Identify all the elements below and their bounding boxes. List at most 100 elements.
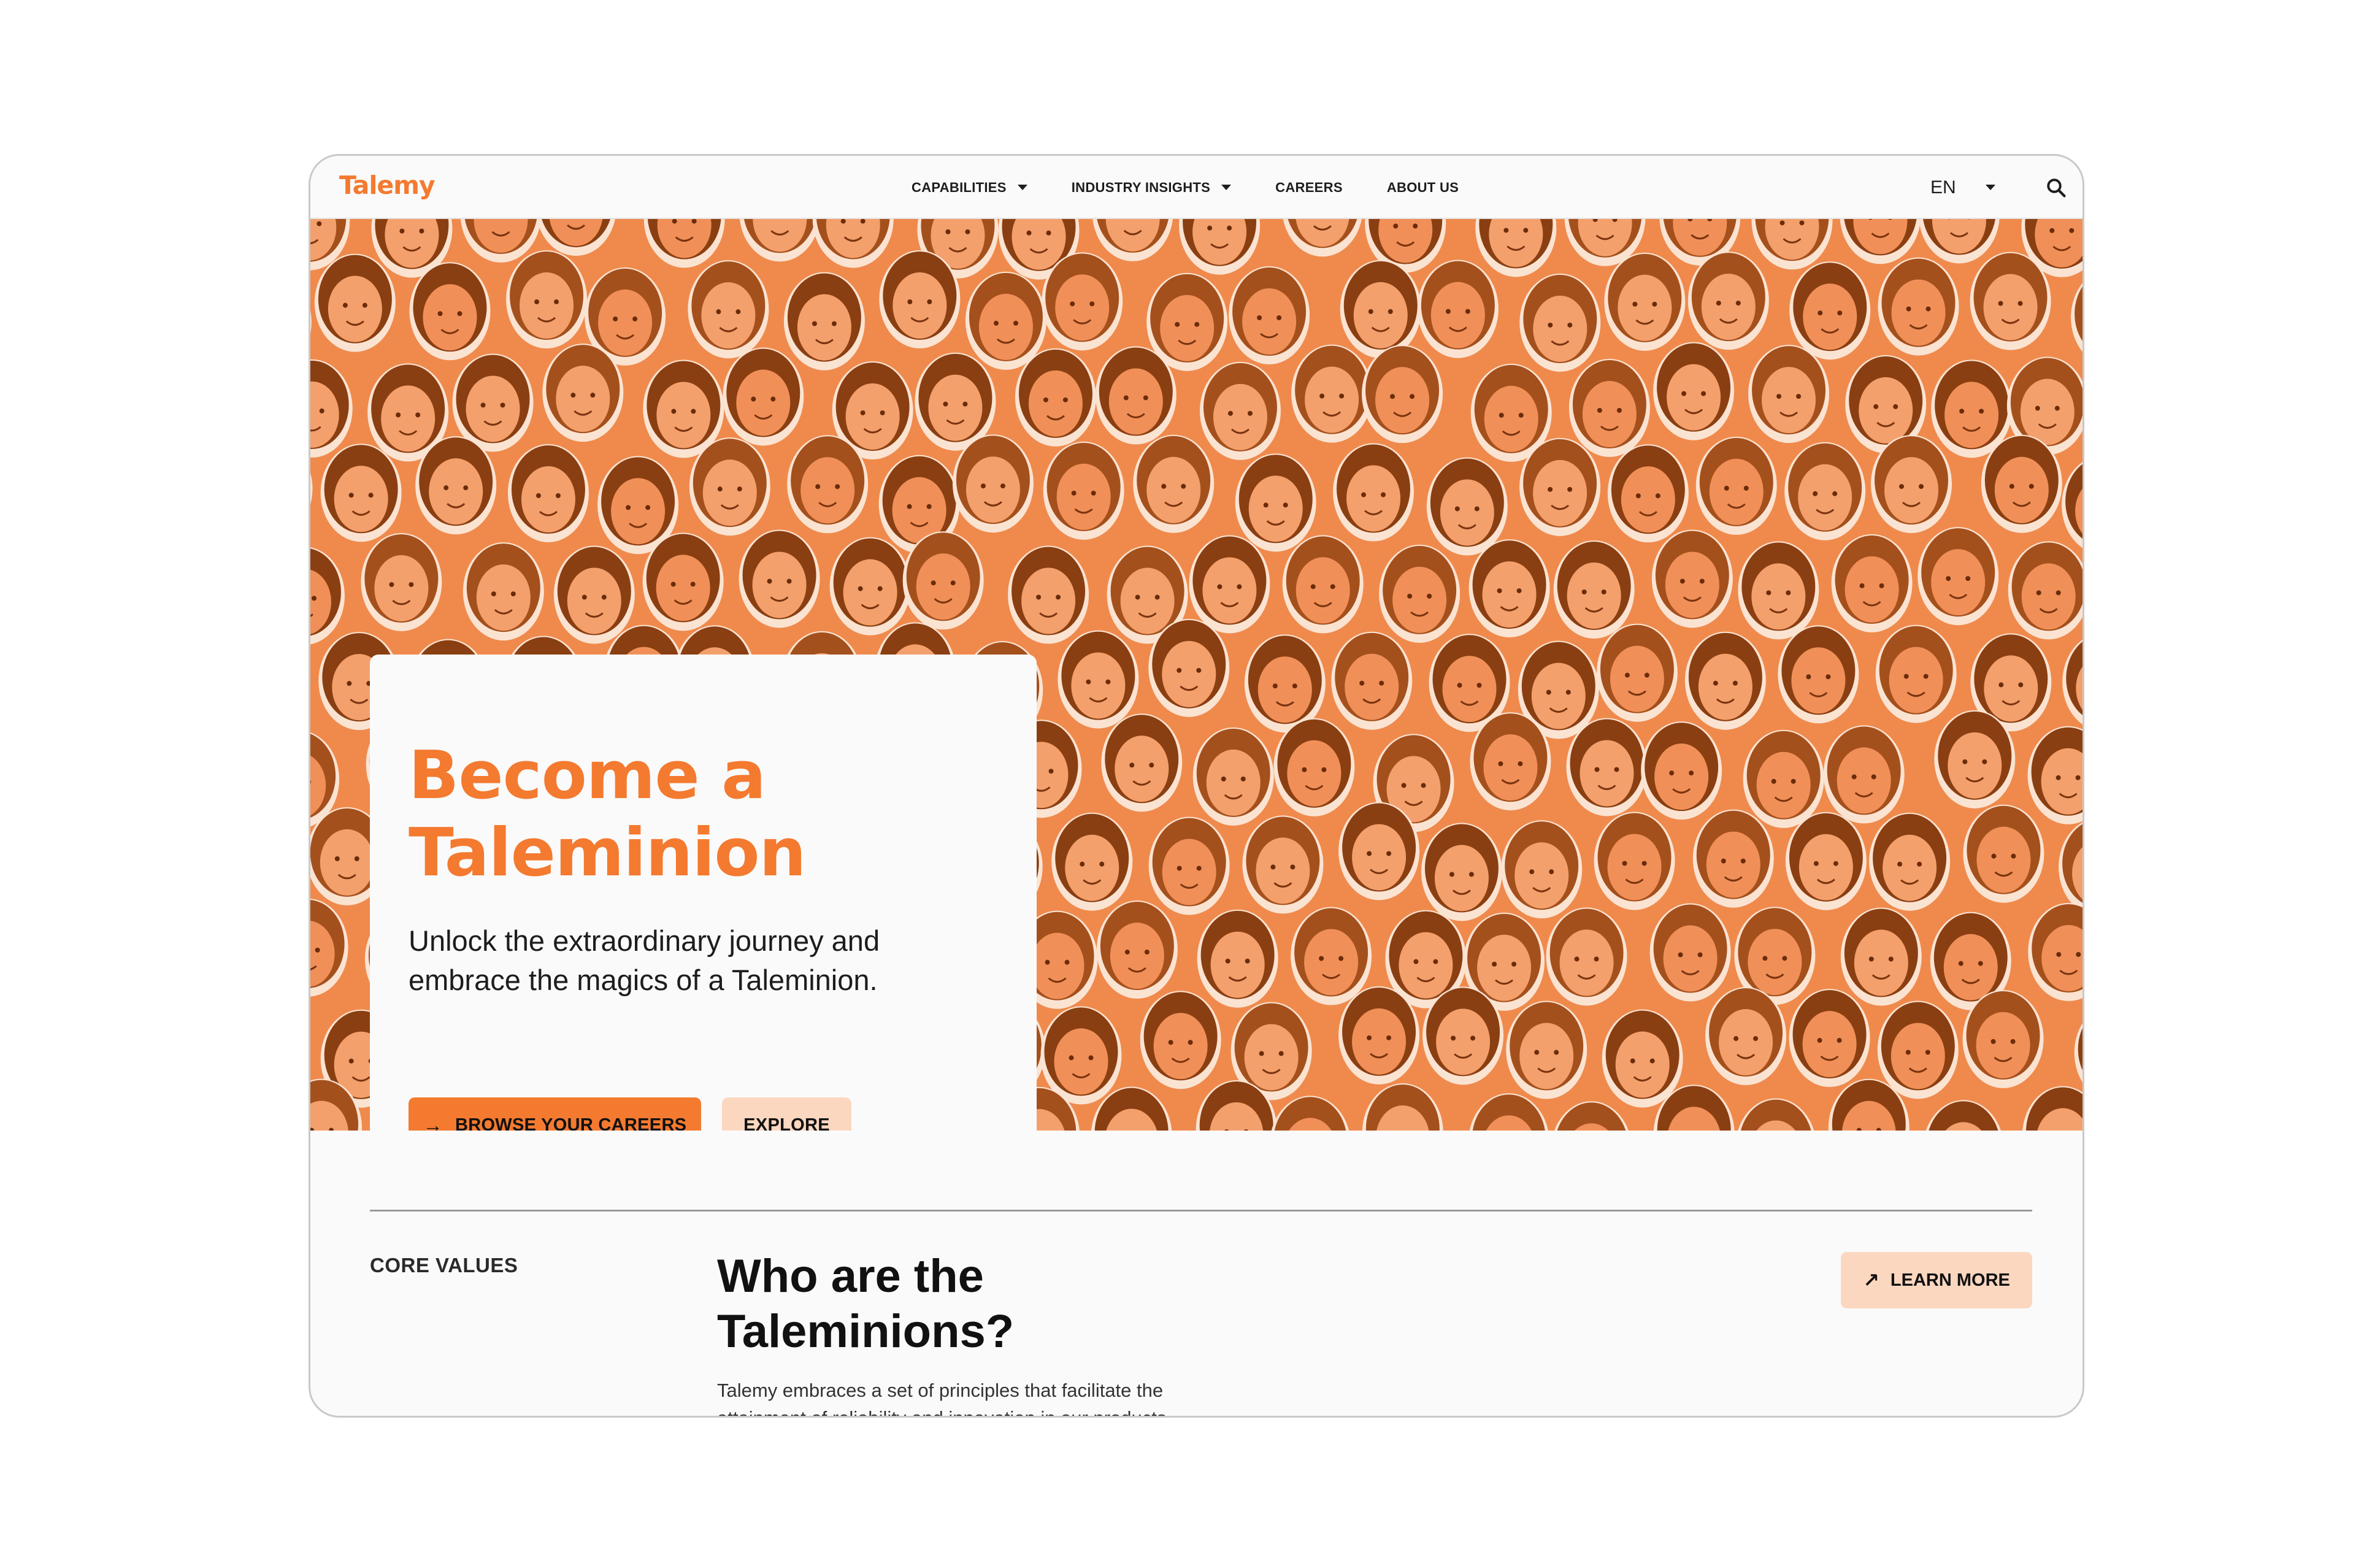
crowd-face — [2062, 639, 2082, 724]
crowd-face — [1934, 710, 2016, 808]
crowd-face — [1362, 345, 1443, 444]
crowd-face — [1291, 907, 1372, 1005]
crowd-face — [1651, 529, 1733, 628]
crowd-face — [1919, 219, 2000, 264]
crowd-face — [1962, 989, 2044, 1088]
crowd-face — [879, 250, 961, 349]
crowd-face — [1519, 273, 1601, 372]
crowd-face — [1869, 812, 1951, 911]
menu-item-capabilities[interactable]: CAPABILITIES — [912, 180, 1027, 196]
crowd-face — [1095, 346, 1177, 445]
crowd-face — [1738, 1098, 1814, 1131]
crowd-face — [1101, 713, 1183, 812]
crowd-face — [1331, 631, 1413, 730]
crowd-face — [2074, 1023, 2082, 1083]
crowd-face — [310, 899, 348, 997]
crowd-face — [1179, 219, 1261, 275]
logo[interactable]: Talemy — [339, 171, 436, 200]
crowd-face — [2062, 462, 2082, 548]
crowd-face — [1831, 534, 1913, 632]
crowd-face — [2059, 822, 2082, 912]
crowd-face — [542, 344, 624, 442]
crowd-face — [1040, 1006, 1122, 1105]
crowd-face — [1607, 444, 1689, 543]
learn-more-button[interactable]: ↗ LEARN MORE — [1841, 1252, 2032, 1308]
crowd-face — [1475, 219, 1557, 277]
crowd-face — [783, 272, 865, 371]
crowd-face — [1875, 624, 1957, 723]
crowd-face — [1743, 729, 1824, 828]
crowd-face — [1189, 535, 1270, 634]
explore-button[interactable]: EXPLORE — [722, 1097, 851, 1131]
crowd-face — [1963, 804, 2044, 903]
crowd-face — [723, 347, 804, 446]
crowd-face — [952, 434, 1034, 533]
crowd-face — [537, 219, 615, 256]
crowd-face — [1501, 820, 1583, 919]
crowd-face — [688, 260, 769, 359]
crowd-face — [1594, 812, 1675, 910]
crowd-face — [1840, 219, 1921, 264]
crowd-face — [829, 537, 911, 636]
crowd-face — [1695, 436, 1777, 535]
crowd-face — [1519, 437, 1601, 536]
crowd-face — [1282, 535, 1364, 634]
menu-item-label: CAREERS — [1275, 179, 1343, 195]
crowd-face — [1421, 823, 1502, 921]
menu-item-label: ABOUT US — [1386, 179, 1459, 195]
crowd-face — [1687, 252, 1769, 350]
crowd-face — [1096, 901, 1178, 999]
crowd-face — [1244, 634, 1326, 733]
crowd-face — [787, 435, 869, 534]
section-divider — [370, 1210, 2032, 1212]
menu-item-about-us[interactable]: ABOUT US — [1387, 180, 1459, 196]
crowd-face — [1042, 252, 1123, 351]
crowd-face — [1970, 252, 2051, 350]
language-selector[interactable]: EN — [1930, 156, 1995, 219]
crowd-face — [812, 219, 894, 268]
crowd-face — [1140, 991, 1221, 1089]
crowd-face — [643, 219, 725, 268]
search-icon[interactable] — [2045, 177, 2067, 199]
crowd-face — [1043, 441, 1124, 540]
crowd-face — [1283, 219, 1362, 257]
crowd-face — [1133, 434, 1215, 533]
hero-subtitle: Unlock the extraordinary journey and emb… — [409, 924, 880, 996]
crowd-face — [310, 310, 312, 334]
crowd-face — [1340, 259, 1421, 358]
crowd-face — [1871, 435, 1952, 534]
crowd-face — [1058, 630, 1139, 729]
button-label: LEARN MORE — [1890, 1270, 2010, 1290]
crowd-face — [1506, 1000, 1587, 1099]
crowd-face — [689, 437, 770, 536]
menu-item-industry-insights[interactable]: INDUSTRY INSIGHTS — [1072, 180, 1232, 196]
crowd-face — [1426, 457, 1508, 556]
hero-section: Become a Taleminion Unlock the extraordi… — [310, 219, 2082, 1131]
hero-card: Become a Taleminion Unlock the extraordi… — [370, 655, 1037, 1131]
crowd-face — [1199, 361, 1281, 460]
crowd-face — [1546, 907, 1627, 1006]
browser-frame: Talemy CAPABILITIES INDUSTRY INSIGHTS CA… — [309, 154, 2084, 1418]
crowd-face — [1229, 266, 1310, 364]
crowd-face — [1925, 1100, 2001, 1131]
crowd-face — [902, 531, 984, 630]
crowd-face — [2028, 902, 2082, 1001]
main-menu: CAPABILITIES INDUSTRY INSIGHTS CAREERS A… — [912, 156, 1503, 219]
crowd-face — [314, 253, 396, 352]
browse-careers-button[interactable]: → BROWSE YOUR CAREERS — [409, 1097, 701, 1131]
crowd-face — [1789, 989, 1870, 1088]
crowd-face — [1684, 631, 1766, 730]
crowd-face — [1789, 261, 1871, 360]
chevron-down-icon — [1985, 185, 1995, 190]
crowd-face — [1785, 812, 1867, 910]
crowd-face — [1362, 1083, 1443, 1131]
crowd-face — [1784, 442, 1866, 540]
crowd-face — [1751, 219, 1833, 270]
crowd-face — [1092, 219, 1173, 261]
menu-item-careers[interactable]: CAREERS — [1275, 180, 1343, 196]
crowd-face — [1596, 623, 1678, 722]
crowd-face — [1273, 718, 1355, 816]
crowd-face — [1778, 625, 1859, 724]
crowd-face — [642, 532, 724, 631]
crowd-face — [415, 436, 497, 535]
